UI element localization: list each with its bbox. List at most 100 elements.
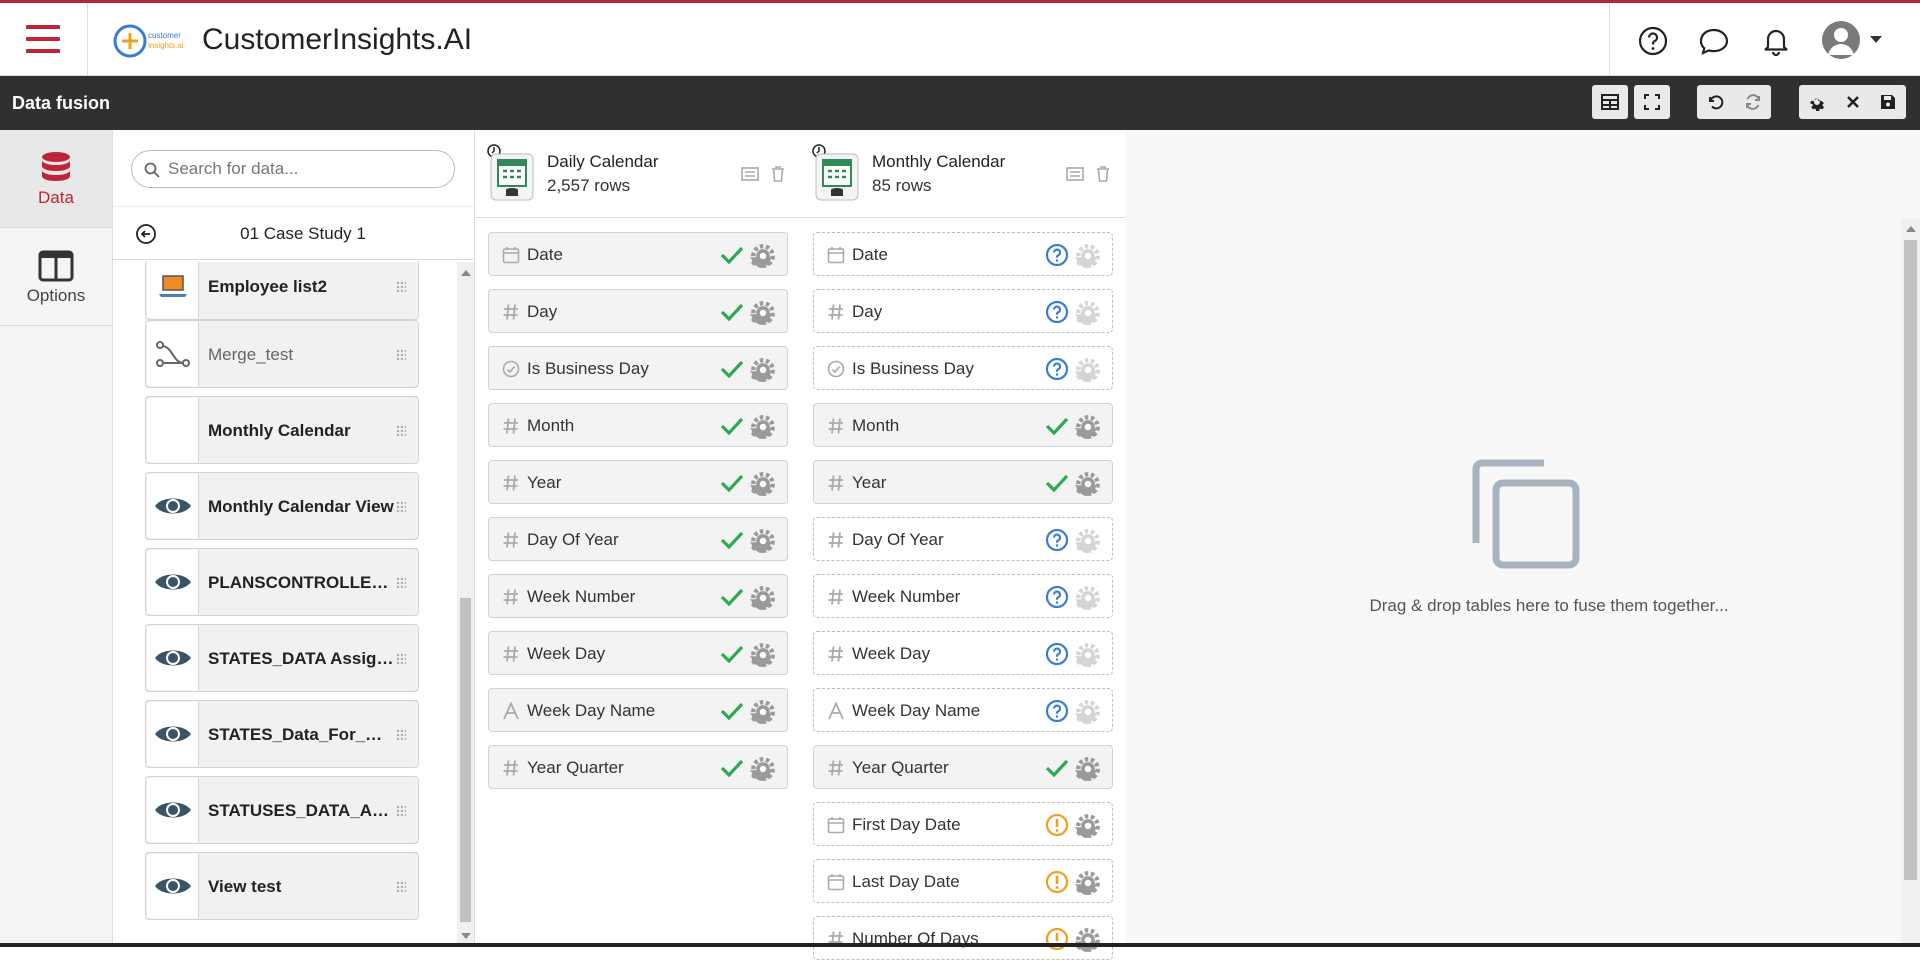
refresh-button[interactable] xyxy=(1735,85,1771,119)
field-settings-gear-icon[interactable] xyxy=(1074,357,1101,383)
fullscreen-button[interactable] xyxy=(1634,85,1670,119)
field-settings-gear-icon[interactable] xyxy=(1074,642,1101,668)
data-source-item[interactable]: PLANSCONTROLLER_D... xyxy=(145,548,419,616)
field-settings-gear-icon[interactable] xyxy=(1074,528,1101,554)
field-settings-gear-icon[interactable] xyxy=(1074,756,1101,782)
undo-button[interactable] xyxy=(1697,85,1733,119)
fields-scrollbar[interactable] xyxy=(1901,218,1920,947)
drag-handle-icon[interactable] xyxy=(396,653,406,665)
field-settings-gear-icon[interactable] xyxy=(749,471,776,497)
data-source-item[interactable]: View test xyxy=(145,852,419,920)
field-row[interactable]: Last Day Date xyxy=(813,859,1113,903)
field-row[interactable]: Is Business Day xyxy=(488,346,788,390)
close-button[interactable] xyxy=(1835,85,1871,119)
field-settings-gear-icon[interactable] xyxy=(1074,585,1101,611)
field-row[interactable]: Week Number xyxy=(488,574,788,618)
delete-table-icon[interactable] xyxy=(1093,164,1113,184)
fusion-drop-zone[interactable]: Drag & drop tables here to fuse them tog… xyxy=(1125,130,1920,947)
back-arrow-icon[interactable] xyxy=(135,223,157,245)
scroll-up-arrow-icon[interactable] xyxy=(1906,226,1916,232)
warning-circle-icon[interactable] xyxy=(1044,870,1070,894)
data-list-scrollbar[interactable] xyxy=(457,262,474,947)
scrollbar-thumb[interactable] xyxy=(460,598,471,922)
nav-item-options[interactable]: Options xyxy=(0,228,112,326)
field-settings-gear-icon[interactable] xyxy=(1074,699,1101,725)
field-row[interactable]: Week Number xyxy=(813,574,1113,618)
hamburger-menu-icon[interactable] xyxy=(26,25,60,53)
field-row[interactable]: Number Of Days xyxy=(813,916,1113,960)
nav-item-data[interactable]: Data xyxy=(0,130,112,228)
field-row[interactable]: Week Day Name xyxy=(488,688,788,732)
field-settings-gear-icon[interactable] xyxy=(749,699,776,725)
field-settings-gear-icon[interactable] xyxy=(1074,243,1101,269)
question-circle-icon[interactable] xyxy=(1044,243,1070,267)
search-input[interactable] xyxy=(168,159,438,179)
field-settings-gear-icon[interactable] xyxy=(749,243,776,269)
field-settings-gear-icon[interactable] xyxy=(749,585,776,611)
field-row[interactable]: Month xyxy=(813,403,1113,447)
help-icon[interactable] xyxy=(1637,25,1669,57)
field-row[interactable]: Day xyxy=(488,289,788,333)
field-settings-gear-icon[interactable] xyxy=(1074,813,1101,839)
scroll-down-arrow-icon[interactable] xyxy=(461,933,471,939)
warning-circle-icon[interactable] xyxy=(1044,813,1070,837)
scrollbar-thumb[interactable] xyxy=(1904,240,1917,880)
scroll-up-arrow-icon[interactable] xyxy=(461,270,471,276)
field-settings-gear-icon[interactable] xyxy=(749,642,776,668)
field-row[interactable]: Week Day Name xyxy=(813,688,1113,732)
data-source-item[interactable]: Merge_test xyxy=(145,320,419,388)
chat-icon[interactable] xyxy=(1698,25,1730,57)
user-avatar[interactable] xyxy=(1822,21,1860,59)
warning-circle-icon[interactable] xyxy=(1044,927,1070,951)
field-row[interactable]: Year Quarter xyxy=(813,745,1113,789)
field-row[interactable]: Day Of Year xyxy=(813,517,1113,561)
settings-button[interactable] xyxy=(1799,85,1835,119)
delete-table-icon[interactable] xyxy=(768,164,788,184)
field-settings-gear-icon[interactable] xyxy=(1074,870,1101,896)
drag-handle-icon[interactable] xyxy=(396,349,406,361)
notifications-bell-icon[interactable] xyxy=(1760,25,1792,57)
field-row[interactable]: Week Day xyxy=(488,631,788,675)
field-row[interactable]: Year xyxy=(488,460,788,504)
field-settings-gear-icon[interactable] xyxy=(749,300,776,326)
question-circle-icon[interactable] xyxy=(1044,300,1070,324)
question-circle-icon[interactable] xyxy=(1044,528,1070,552)
field-settings-gear-icon[interactable] xyxy=(749,357,776,383)
drag-handle-icon[interactable] xyxy=(396,881,406,893)
user-menu-caret-icon[interactable] xyxy=(1870,36,1882,43)
field-row[interactable]: First Day Date xyxy=(813,802,1113,846)
table-view-button[interactable] xyxy=(1592,85,1628,119)
field-row[interactable]: Day Of Year xyxy=(488,517,788,561)
question-circle-icon[interactable] xyxy=(1044,585,1070,609)
data-source-item[interactable]: STATES_DATA Assign... xyxy=(145,624,419,692)
field-settings-gear-icon[interactable] xyxy=(1074,300,1101,326)
question-circle-icon[interactable] xyxy=(1044,699,1070,723)
field-settings-gear-icon[interactable] xyxy=(1074,471,1101,497)
table-details-icon[interactable] xyxy=(1065,164,1085,184)
field-row[interactable]: Date xyxy=(488,232,788,276)
field-row[interactable]: Day xyxy=(813,289,1113,333)
data-source-item[interactable]: Employee list2 xyxy=(145,262,419,320)
field-row[interactable]: Year Quarter xyxy=(488,745,788,789)
field-settings-gear-icon[interactable] xyxy=(1074,927,1101,953)
data-source-item[interactable]: STATES_Data_For_MAT... xyxy=(145,700,419,768)
field-row[interactable]: Month xyxy=(488,403,788,447)
data-source-item[interactable]: Monthly Calendar View xyxy=(145,472,419,540)
drag-handle-icon[interactable] xyxy=(396,425,406,437)
field-row[interactable]: Year xyxy=(813,460,1113,504)
drag-handle-icon[interactable] xyxy=(396,501,406,513)
field-row[interactable]: Week Day xyxy=(813,631,1113,675)
data-source-item[interactable]: STATUSES_DATA_Assig... xyxy=(145,776,419,844)
question-circle-icon[interactable] xyxy=(1044,357,1070,381)
question-circle-icon[interactable] xyxy=(1044,642,1070,666)
field-settings-gear-icon[interactable] xyxy=(749,756,776,782)
field-row[interactable]: Date xyxy=(813,232,1113,276)
field-settings-gear-icon[interactable] xyxy=(749,414,776,440)
drag-handle-icon[interactable] xyxy=(396,805,406,817)
data-source-item[interactable]: Monthly Calendar xyxy=(145,396,419,464)
table-details-icon[interactable] xyxy=(740,164,760,184)
field-row[interactable]: Is Business Day xyxy=(813,346,1113,390)
save-button[interactable] xyxy=(1870,85,1906,119)
field-settings-gear-icon[interactable] xyxy=(1074,414,1101,440)
drag-handle-icon[interactable] xyxy=(396,577,406,589)
